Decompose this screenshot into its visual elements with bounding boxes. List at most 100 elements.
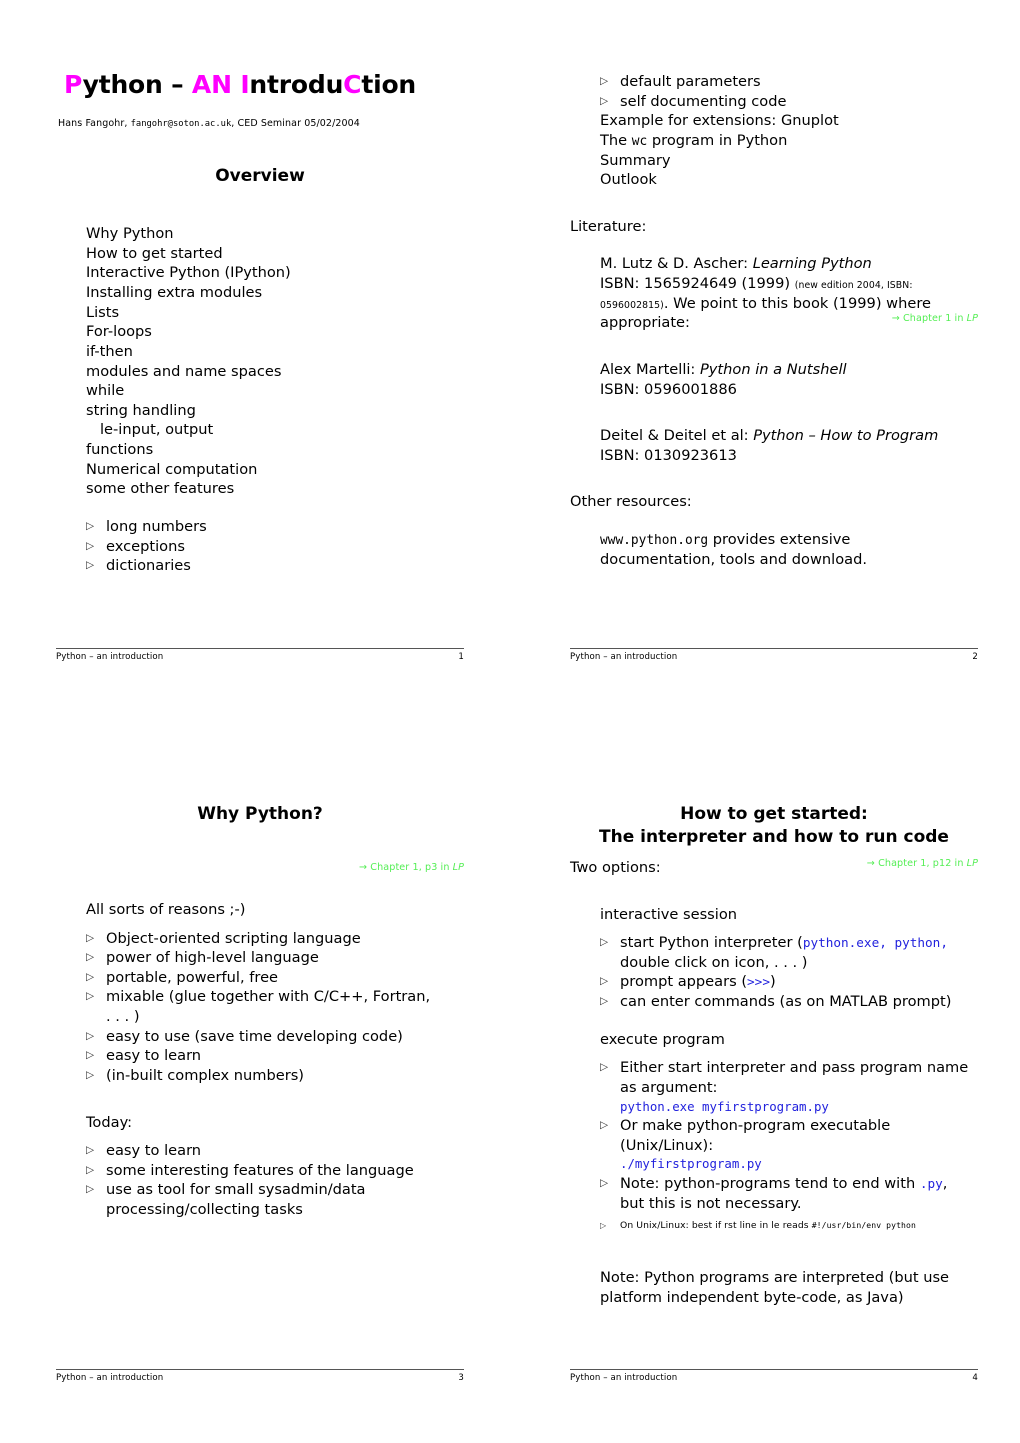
triangle-bullet-icon: ▷	[86, 970, 95, 983]
page-number: 4	[972, 1373, 978, 1383]
list-item-label: portable, powerful, free	[106, 968, 279, 986]
footer-rule	[56, 1369, 464, 1370]
frame-title-line-1: How to get started:	[680, 804, 868, 824]
footer-row: Python – an introduction 3	[56, 1373, 464, 1383]
toc-item: string handling	[86, 401, 196, 419]
book-author: Deitel & Deitel et al:	[600, 427, 754, 445]
closing-note-line-2: platform independent byte-code, as Java)	[600, 1288, 904, 1306]
list-item-continuation: . . . )	[106, 1008, 140, 1026]
toc-item: For-loops	[86, 323, 152, 341]
triangle-bullet-icon: ▷	[600, 975, 609, 988]
toc-item-wc: The wc program in Python	[600, 131, 978, 151]
footer-title: Python – an introduction	[570, 1373, 678, 1383]
toc-item: modules and name spaces	[86, 362, 282, 380]
book-isbn: ISBN: 0130923613	[600, 446, 737, 464]
two-options-label: Two options:	[570, 858, 661, 876]
list-item-label: default parameters	[620, 73, 761, 90]
triangle-bullet-icon: ▷	[600, 1221, 607, 1231]
slide-3-body: Why Python? → Chapter 1, p3 in LP All so…	[56, 793, 464, 1357]
python-org-url[interactable]: www.python.org	[600, 533, 708, 548]
toc-item: while	[86, 382, 125, 400]
list-item: ▷ easy to learn	[86, 1141, 464, 1161]
toc-item: Example for extensions: Gnuplot	[600, 112, 839, 130]
slide-footer: Python – an introduction 1	[56, 648, 464, 662]
toc-wc-command: wc	[631, 133, 648, 149]
slide-1-body: Python – AN IntroduCtion Hans Fangohr, f…	[56, 70, 464, 636]
page-number: 1	[458, 652, 464, 662]
other-resources-heading: Other resources:	[570, 493, 692, 511]
inline-code-py-extension: .py	[919, 1175, 943, 1191]
list-item: ▷ Or make python-program executable (Unix/…	[600, 1116, 978, 1155]
book-author: Alex Martelli:	[600, 360, 700, 378]
book-note-b: appropriate:	[600, 314, 690, 332]
resource-description-cont: documentation, tools and download.	[600, 550, 867, 568]
slide-page-4: How to get started: The interpreter and …	[570, 793, 978, 1383]
title-part-an: AN	[191, 70, 232, 99]
list-item: ▷ prompt appears (>>>)	[600, 972, 978, 992]
list-item: ▷ Object-oriented scripting language	[86, 929, 464, 949]
code-snippet-run-with-interpreter: python.exe myfirstprogram.py	[620, 1098, 829, 1114]
slide-footer: Python – an introduction 3	[56, 1369, 464, 1383]
list-item-continuation: (Unix/Linux):	[620, 1136, 714, 1154]
toc-item: Outlook	[600, 171, 657, 189]
triangle-bullet-icon: ▷	[86, 1029, 95, 1042]
closing-note-line-1: Note: Python programs are interpreted (b…	[600, 1269, 950, 1287]
book-author: M. Lutz & D. Ascher:	[600, 255, 753, 273]
toc-item: Lists	[86, 303, 120, 321]
list-item: ▷ mixable (glue together with C/C++, Fort…	[86, 987, 464, 1026]
two-options-line: → Chapter 1, p12 in LP Two options:	[570, 858, 978, 878]
inline-code-python-exe: python.exe, python,	[802, 935, 948, 951]
footer-rule	[570, 1369, 978, 1370]
toc-wc-pre: The	[600, 131, 632, 149]
title-part-ntrodu: ntrodu	[249, 70, 344, 99]
slide-footer: Python – an introduction 4	[570, 1369, 978, 1383]
list-item-label: exceptions	[106, 537, 185, 555]
triangle-bullet-icon: ▷	[86, 539, 95, 552]
list-item-label-post: )	[769, 973, 776, 991]
title-part-c: C	[343, 70, 362, 99]
footnote-label: On Unix/Linux: best if rst line in le re…	[620, 1220, 812, 1232]
list-item: ▷ Either start interpreter and pass progr…	[600, 1058, 978, 1097]
list-item-label: dictionaries	[106, 557, 191, 575]
book-isbn: ISBN: 0596001886	[600, 380, 737, 398]
list-item: ▷ start Python interpreter (python.exe, p…	[600, 933, 978, 972]
triangle-bullet-icon: ▷	[600, 94, 609, 107]
overview-toc-list: Why Python How to get started Interactiv…	[56, 224, 464, 499]
chapter-reference-arrow-icon: →	[891, 313, 903, 325]
list-item-label-post: ,	[942, 1174, 948, 1192]
triangle-bullet-icon: ▷	[86, 1049, 95, 1062]
triangle-bullet-icon: ▷	[86, 1068, 95, 1081]
toc-item: Numerical computation	[86, 460, 258, 478]
chapter-reference-lp: LP	[966, 857, 978, 869]
chapter-reference-text: Chapter 1, p3 in	[370, 861, 453, 873]
list-item: ▷ long numbers	[86, 517, 464, 537]
list-item: ▷ easy to use (save time developing code)	[86, 1027, 464, 1047]
triangle-bullet-icon: ▷	[86, 1183, 95, 1196]
triangle-bullet-icon: ▷	[600, 995, 609, 1007]
chapter-reference-text: Chapter 1 in	[903, 313, 967, 325]
list-item: ▷ dictionaries	[86, 556, 464, 576]
list-item-label: easy to learn	[106, 1047, 202, 1065]
triangle-bullet-icon: ▷	[86, 951, 95, 964]
toc-item: if-then	[86, 342, 133, 360]
list-item: ▷ some interesting features of the langua…	[86, 1161, 464, 1181]
author-name: Hans Fangohr,	[58, 118, 131, 130]
list-item: ▷ power of high-level language	[86, 948, 464, 968]
list-item-label: can enter commands (as on MATLAB prompt)	[620, 993, 952, 1010]
triangle-bullet-icon: ▷	[86, 1163, 95, 1176]
title-part-tion: tion	[361, 70, 417, 99]
triangle-bullet-icon: ▷	[86, 559, 95, 572]
list-item-label: Or make python-program executable	[620, 1117, 891, 1135]
overview-continued-bullets: ▷ default parameters ▷ self documenting co…	[570, 72, 978, 111]
code-snippet-executable: ./myfirstprogram.py	[620, 1156, 762, 1172]
toc-item: Summary	[600, 151, 671, 169]
